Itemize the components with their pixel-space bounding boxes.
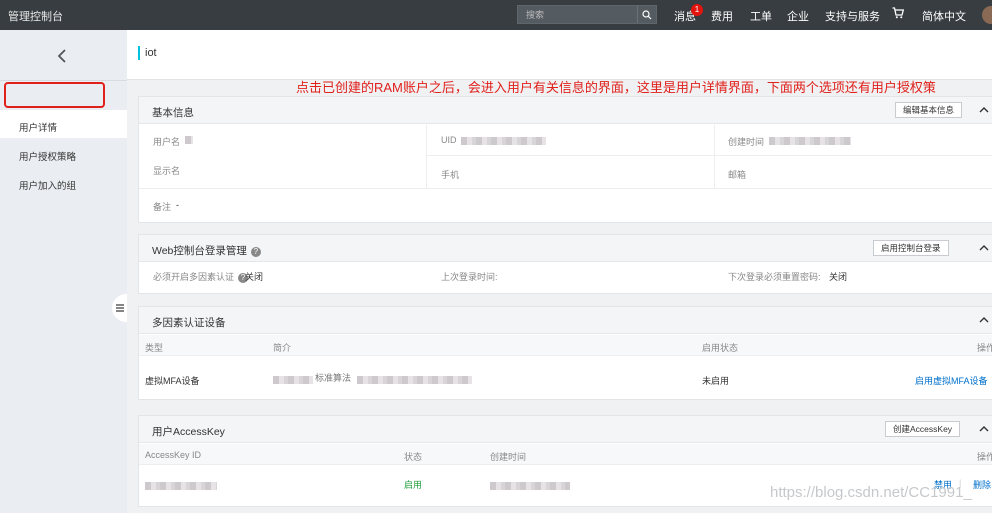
column-divider: [714, 125, 715, 188]
panel-header: Web控制台登录管理? 启用控制台登录: [139, 235, 992, 262]
chevron-up-icon[interactable]: [977, 313, 991, 327]
mfa-required-value: 关闭: [245, 272, 264, 282]
notes-label: 备注: [153, 202, 172, 212]
chevron-up-icon[interactable]: [977, 241, 991, 255]
accesskey-id-redacted: [145, 482, 217, 490]
display-name-label: 显示名: [153, 166, 181, 176]
created-time-label: 创建时间: [728, 137, 765, 147]
column-header-actions: 操作: [977, 343, 992, 353]
web-console-login-panel: Web控制台登录管理? 启用控制台登录 必须开启多因素认证? 关闭 上次登录时间…: [138, 234, 992, 294]
avatar[interactable]: [982, 6, 992, 24]
sidebar-item-user-groups[interactable]: 用户加入的组: [19, 178, 76, 192]
column-header-actions: 操作: [977, 452, 992, 462]
annotation-highlight-box: [4, 82, 105, 108]
search-icon: [642, 9, 652, 19]
column-header-status: 状态: [404, 452, 423, 462]
mfa-desc-cell: 标准算法: [315, 373, 352, 383]
row-divider: [426, 155, 992, 156]
mfa-desc-redacted: [357, 376, 472, 384]
panel-title: 多因素认证设备: [152, 317, 226, 329]
sidebar-collapse-toggle[interactable]: [112, 294, 128, 322]
row-divider: [139, 188, 992, 189]
nav-support[interactable]: 支持与服务: [825, 8, 880, 24]
column-header-accesskey-id: AccessKey ID: [145, 450, 202, 460]
sidebar-item-user-policies[interactable]: 用户授权策略: [19, 149, 76, 163]
create-accesskey-button[interactable]: 创建AccessKey: [885, 421, 961, 437]
chevron-left-icon: [57, 49, 66, 63]
delete-accesskey-link[interactable]: 删除: [973, 478, 991, 491]
accesskey-status-cell: 启用: [404, 480, 423, 490]
column-header-created: 创建时间: [490, 452, 527, 462]
panel-header: 用户AccessKey 创建AccessKey: [139, 416, 992, 443]
reset-password-label: 下次登录必须重置密码:: [728, 272, 821, 282]
mfa-required-label-text: 必须开启多因素认证: [153, 272, 235, 282]
page-header: iot: [127, 30, 992, 80]
search-button[interactable]: [637, 6, 656, 23]
username-label: 用户名: [153, 137, 181, 147]
chevron-up-icon[interactable]: [977, 103, 991, 117]
notes-value: -: [176, 200, 179, 210]
nav-tickets[interactable]: 工单: [750, 8, 772, 24]
message-count-badge: 1: [691, 4, 703, 16]
panel-title-text: Web控制台登录管理: [152, 245, 247, 257]
top-navigation-bar: 管理控制台 消息 1 费用 工单 企业 支持与服务 简体中文: [0, 0, 992, 30]
created-time-value-redacted: [769, 137, 851, 145]
uid-label: UID: [441, 135, 457, 145]
cart-icon[interactable]: [892, 7, 905, 22]
username-value-redacted: [185, 136, 193, 144]
panel-header: 多因素认证设备: [139, 307, 992, 334]
panel-title: Web控制台登录管理?: [152, 243, 261, 258]
column-divider: [426, 125, 427, 188]
panel-title: 基本信息: [152, 107, 194, 119]
search-box: [517, 5, 657, 24]
phone-label: 手机: [441, 170, 460, 180]
nav-language[interactable]: 简体中文: [922, 8, 966, 24]
table-header: AccessKey ID 状态 创建时间 操作: [139, 444, 992, 465]
sidebar-divider: [0, 80, 127, 81]
mfa-type-cell: 虚拟MFA设备: [145, 376, 200, 386]
uid-value-redacted: [461, 137, 546, 145]
back-button[interactable]: [50, 44, 74, 68]
help-icon[interactable]: ?: [250, 247, 261, 257]
mfa-devices-panel: 多因素认证设备 类型 简介 启用状态 操作 虚拟MFA设备 标准算法 未启用 启…: [138, 306, 992, 400]
panel-title: 用户AccessKey: [152, 426, 225, 438]
panel-header: 基本信息 编辑基本信息: [139, 97, 992, 124]
mfa-status-cell: 未启用: [702, 376, 730, 386]
chevron-up-icon[interactable]: [977, 422, 991, 436]
nav-enterprise[interactable]: 企业: [787, 8, 809, 24]
watermark-text: https://blog.csdn.net/CC1991_: [770, 484, 972, 501]
table-header: 类型 简介 启用状态 操作: [139, 335, 992, 356]
mfa-desc-redacted: [273, 376, 313, 384]
enable-console-login-button[interactable]: 启用控制台登录: [873, 240, 949, 256]
search-input[interactable]: [518, 6, 638, 23]
sidebar-item-label: 用户详情: [19, 123, 58, 134]
reset-password-value: 关闭: [829, 272, 848, 282]
basic-info-panel: 基本信息 编辑基本信息 用户名 UID 创建时间 显示名 手机 邮箱 备注 -: [138, 96, 992, 223]
menu-icon: [116, 304, 124, 312]
mfa-required-label: 必须开启多因素认证?: [153, 270, 249, 283]
page-title: iot: [145, 47, 157, 59]
email-label: 邮箱: [728, 170, 747, 180]
accesskey-created-redacted: [490, 482, 570, 490]
nav-billing[interactable]: 费用: [711, 8, 733, 24]
edit-basic-info-button[interactable]: 编辑基本信息: [895, 102, 963, 118]
column-header-type: 类型: [145, 343, 164, 353]
last-login-label: 上次登录时间:: [441, 272, 498, 282]
title-accent-bar: [138, 46, 140, 60]
enable-virtual-mfa-link[interactable]: 启用虚拟MFA设备: [915, 374, 988, 387]
console-brand[interactable]: 管理控制台: [8, 8, 63, 24]
column-header-description: 简介: [273, 343, 292, 353]
column-header-status: 启用状态: [702, 343, 739, 353]
